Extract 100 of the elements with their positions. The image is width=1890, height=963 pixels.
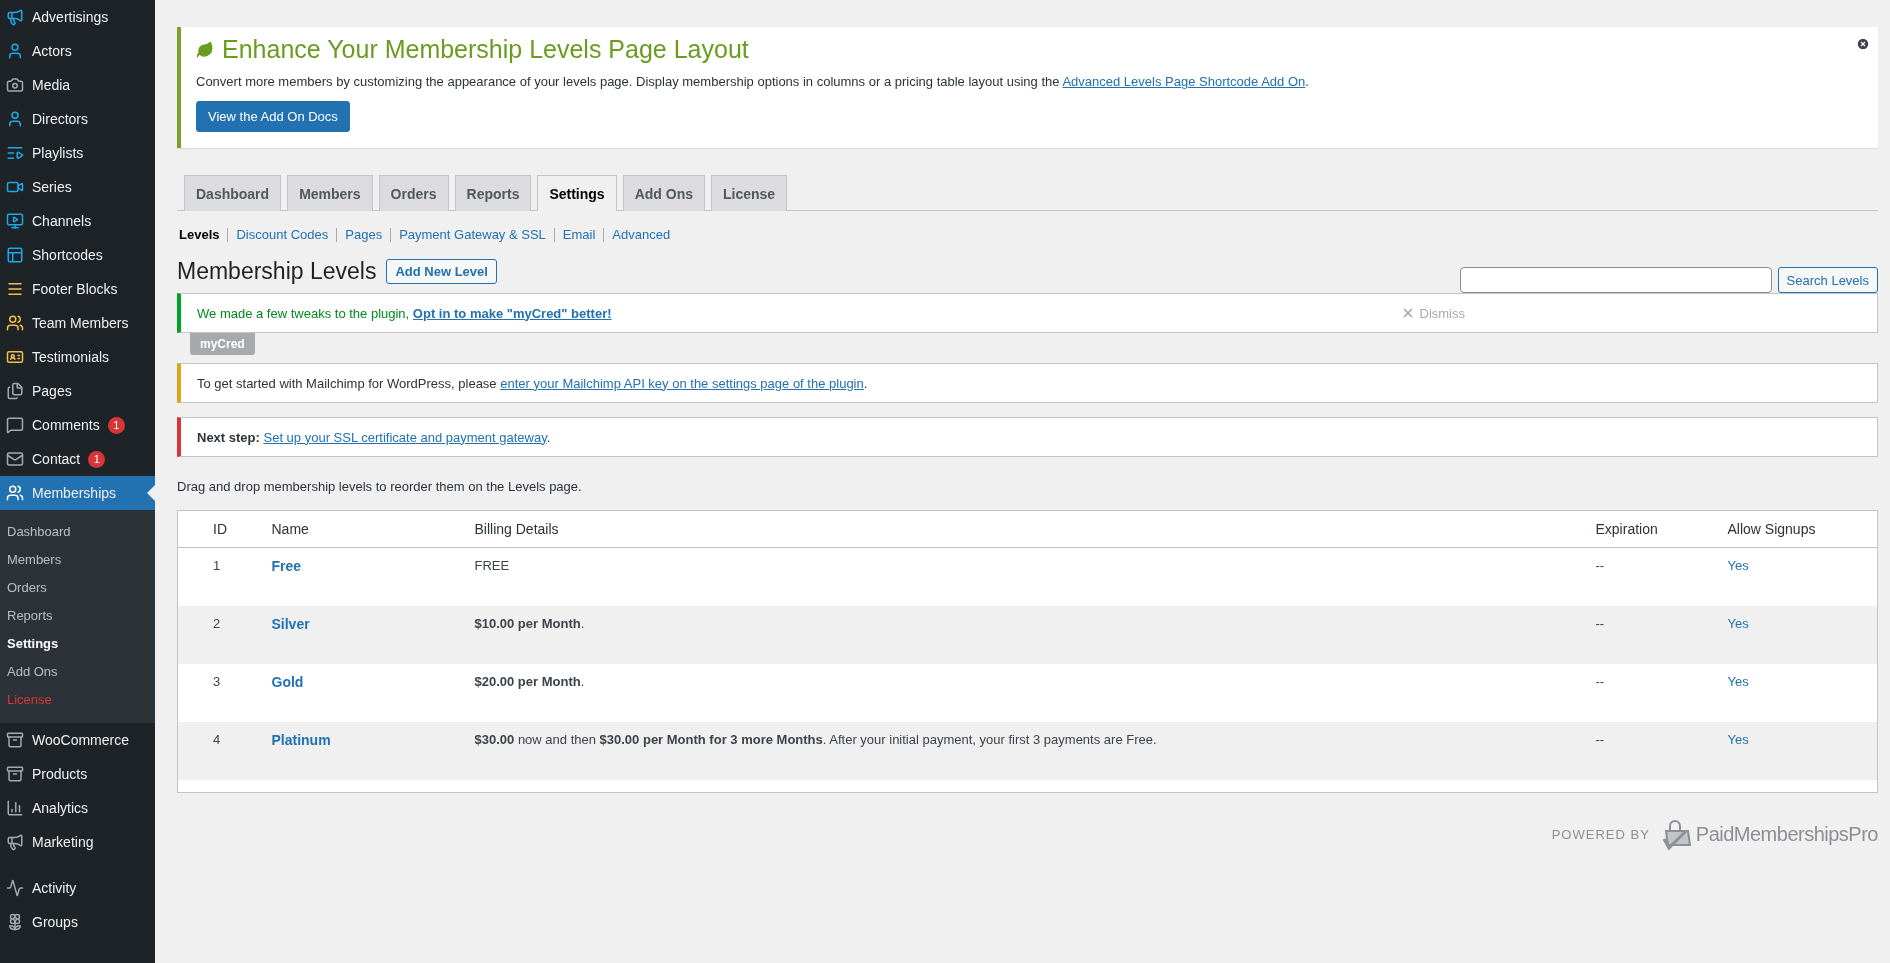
submenu-item[interactable]: Dashboard <box>0 517 155 545</box>
notice-text: To get started with Mailchimp for WordPress, please enter your Mailchimp API key on the settings page of the plugin. <box>197 375 869 391</box>
sidebar-item[interactable]: Pages <box>0 374 155 408</box>
sidebar-label: Groups <box>32 914 78 930</box>
sidebar-label: Actors <box>32 43 72 59</box>
tab[interactable]: Add Ons <box>622 175 705 211</box>
submenu-item[interactable]: Settings <box>0 629 155 657</box>
table-cell: $20.00 per Month. <box>464 664 1586 722</box>
subnav-link[interactable]: Discount Codes <box>227 228 337 242</box>
banner-title: Enhance Your Membership Levels Page Layout <box>222 35 749 64</box>
megaphone-icon <box>6 8 24 26</box>
sidebar-item[interactable]: Directors <box>0 102 155 136</box>
mail-icon <box>6 450 24 468</box>
sidebar-item[interactable]: Channels <box>0 204 155 238</box>
sidebar-label: Media <box>32 77 71 93</box>
layout-icon <box>6 246 24 264</box>
submenu-item[interactable]: Add Ons <box>0 657 155 685</box>
sidebar-label: Comments <box>32 417 100 433</box>
sidebar-label: WooCommerce <box>32 732 129 748</box>
sidebar-label: Playlists <box>32 145 84 161</box>
id-card-icon <box>6 348 24 366</box>
sidebar-item[interactable]: Footer Blocks <box>0 272 155 306</box>
level-name-link[interactable]: Silver <box>261 606 465 664</box>
table-cell: 4 <box>177 722 262 780</box>
sidebar-label: Marketing <box>32 834 94 850</box>
sidebar-label: Footer Blocks <box>32 281 118 297</box>
table-cell: -- <box>1585 722 1718 780</box>
column-header: ID <box>177 510 262 548</box>
signup-link[interactable]: Yes <box>1717 722 1878 780</box>
notice-link[interactable]: enter your Mailchimp API key on the settings page of the plugin <box>500 375 864 391</box>
tab[interactable]: Reports <box>454 175 532 211</box>
sidebar-item[interactable]: Shortcodes <box>0 238 155 272</box>
sidebar-label: Series <box>32 179 72 195</box>
table-cell: 1 <box>177 547 262 606</box>
notice-text: We made a few tweaks to the plugin, Opt in to make "myCred" better! <box>197 305 613 321</box>
notice-link[interactable]: Opt in to make "myCred" better! <box>412 305 612 321</box>
sidebar-item[interactable]: Analytics <box>0 791 155 825</box>
close-button[interactable] <box>1856 37 1870 51</box>
tab[interactable]: Orders <box>378 175 449 211</box>
sidebar-item[interactable]: Team Members <box>0 306 155 340</box>
sidebar-item[interactable]: WooCommerce <box>0 723 155 757</box>
table-cell: FREE <box>464 547 1586 606</box>
subnav-link[interactable]: Levels <box>179 228 228 242</box>
column-header: Expiration <box>1585 510 1718 548</box>
sidebar-label: Activity <box>32 880 77 896</box>
level-name-link[interactable]: Platinum <box>261 722 465 780</box>
megaphone-icon <box>6 833 24 851</box>
signup-link[interactable]: Yes <box>1717 547 1878 606</box>
sidebar-label: Testimonials <box>32 349 110 365</box>
sidebar-item[interactable]: Comments 1 <box>0 408 155 442</box>
sidebar-item[interactable]: Testimonials <box>0 340 155 374</box>
sidebar-label: Advertisings <box>32 9 109 25</box>
sidebar-label: Shortcodes <box>32 247 103 263</box>
comment-icon <box>6 416 24 434</box>
table-cell: -- <box>1585 606 1718 664</box>
tab[interactable]: Dashboard <box>184 175 282 211</box>
column-header: Allow Signups <box>1717 510 1878 548</box>
search-field[interactable] <box>1459 267 1772 293</box>
notice-link[interactable]: Set up your SSL certificate and payment gateway <box>263 429 547 445</box>
table-cell: -- <box>1585 547 1718 606</box>
sidebar-item[interactable]: Actors <box>0 34 155 68</box>
sidebar-item[interactable]: Products <box>0 757 155 791</box>
add-level-button[interactable]: Add New Level <box>386 259 497 284</box>
signup-link[interactable]: Yes <box>1717 664 1878 722</box>
sidebar-item[interactable]: Memberships <box>0 476 155 510</box>
banner-text: Convert more members by customizing the appearance of your levels page. Display membership options in columns or a pricing table layout using the Advanced Levels Page Shortcode Add On. <box>196 74 1310 89</box>
sidebar-label: Memberships <box>32 485 117 501</box>
docs-button[interactable]: View the Add On Docs <box>196 101 350 132</box>
submenu-item[interactable]: Orders <box>0 573 155 601</box>
submenu-item[interactable]: Members <box>0 545 155 573</box>
sidebar-label: Directors <box>32 111 88 127</box>
submenu-item[interactable]: Reports <box>0 601 155 629</box>
level-name-link[interactable]: Free <box>261 547 465 606</box>
person-icon <box>6 110 24 128</box>
sidebar-label: Products <box>32 766 88 782</box>
level-name-link[interactable]: Gold <box>261 664 465 722</box>
search-button[interactable]: Search Levels <box>1777 267 1878 293</box>
sidebar-item[interactable]: Advertisings <box>0 0 155 34</box>
subnav-link[interactable]: Pages <box>336 228 391 242</box>
sidebar-item[interactable]: Media <box>0 68 155 102</box>
sidebar-item[interactable]: Series <box>0 170 155 204</box>
signup-link[interactable]: Yes <box>1717 606 1878 664</box>
plugin-tag: myCred <box>190 333 255 355</box>
sidebar-item[interactable]: Marketing <box>0 825 155 859</box>
table-cell: $10.00 per Month. <box>464 606 1586 664</box>
subnav-link[interactable]: Payment Gateway & SSL <box>390 228 554 242</box>
tab[interactable]: Settings <box>537 175 617 211</box>
sidebar-item[interactable]: Groups <box>0 905 155 939</box>
tab[interactable]: License <box>711 175 788 211</box>
sidebar-item[interactable]: Contact 1 <box>0 442 155 476</box>
table-cell: 3 <box>177 664 262 722</box>
subnav-link[interactable]: Advanced <box>603 228 679 242</box>
sidebar-item[interactable]: Activity <box>0 871 155 905</box>
sidebar-item[interactable]: Playlists <box>0 136 155 170</box>
hint-text: Drag and drop membership levels to reorder them on the Levels page. <box>177 479 583 494</box>
sidebar-label: Team Members <box>32 315 129 331</box>
column-header: Name <box>261 510 465 548</box>
tab[interactable]: Members <box>287 175 373 211</box>
list-icon <box>6 144 24 162</box>
subnav-link[interactable]: Email <box>553 228 604 242</box>
